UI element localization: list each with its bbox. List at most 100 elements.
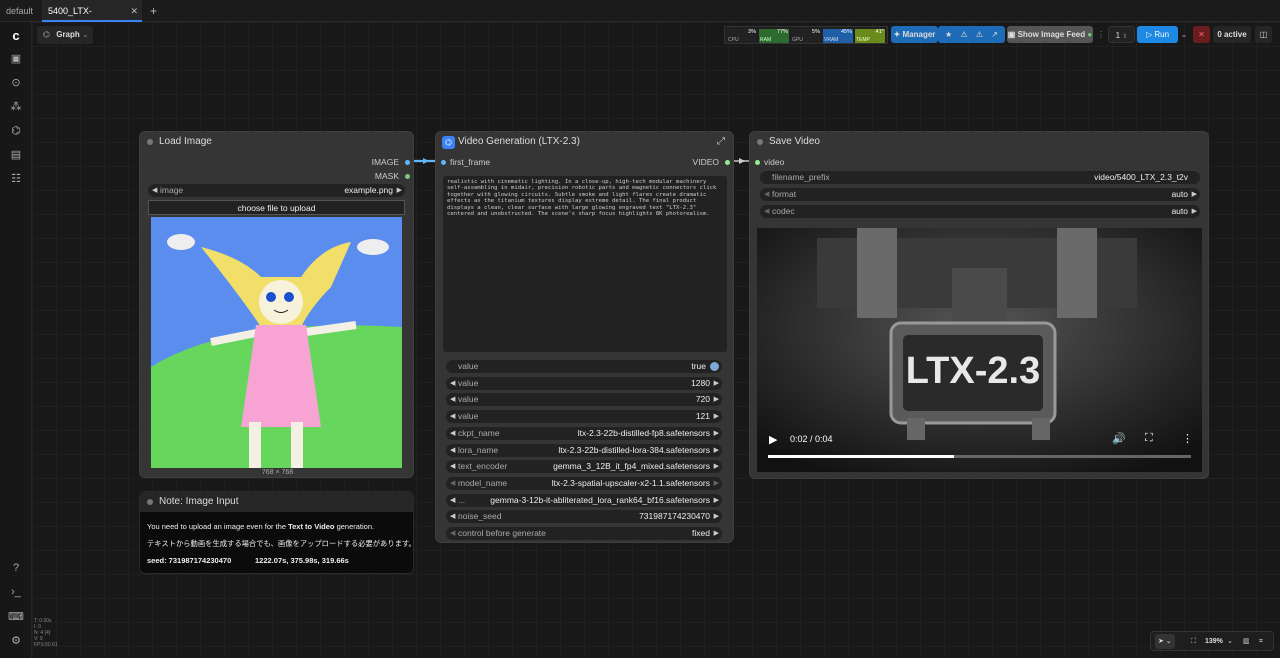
arrow-right-icon[interactable]: ▶	[714, 444, 719, 457]
arrow-left-icon[interactable]: ◀	[450, 477, 455, 490]
arrow-right-icon[interactable]: ▶	[714, 427, 719, 440]
arrow-right-icon[interactable]: ▶	[714, 410, 719, 423]
widget-value-1[interactable]: ◀ value 1280 ▶	[446, 376, 722, 390]
arrow-right-icon[interactable]: ▶	[1192, 188, 1197, 201]
toggle-panel-icon[interactable]: ◫	[1255, 26, 1272, 43]
settings-gear-icon[interactable]: ⚙	[0, 634, 32, 647]
arrow-left-icon[interactable]: ◀	[152, 184, 157, 197]
widget-ckpt-name[interactable]: ◀ ckpt_name ltx-2.3-22b-distilled-fp8.safe…	[446, 426, 722, 440]
widget-value-2[interactable]: ◀ value 720 ▶	[446, 393, 722, 407]
input-first-frame-slot[interactable]	[441, 160, 446, 165]
zoom-level[interactable]: 139%	[1205, 634, 1223, 649]
help-icon[interactable]: ?	[0, 562, 32, 574]
arrow-right-icon[interactable]: ▶	[714, 460, 719, 473]
volume-icon[interactable]: 🔊	[1112, 432, 1126, 445]
run-options-chevron-icon[interactable]: ⌄	[1179, 26, 1189, 43]
play-button-icon[interactable]: ▶	[769, 433, 777, 446]
models-icon[interactable]: ⊙	[0, 76, 32, 89]
arrow-right-icon[interactable]: ▶	[714, 510, 719, 523]
output-video-slot[interactable]	[725, 160, 730, 165]
arrow-right-icon[interactable]: ▶	[397, 184, 402, 197]
output-mask-slot[interactable]	[405, 174, 410, 179]
arrow-left-icon[interactable]: ◀	[450, 393, 455, 406]
workflows-icon[interactable]: ⌬	[0, 124, 32, 137]
active-queue-button[interactable]: 0 active	[1213, 26, 1251, 43]
close-icon[interactable]: ✕	[130, 0, 138, 22]
tab-default[interactable]: default	[0, 0, 40, 22]
video-player[interactable]: LTX-2.3 ▶ 0:02 / 0:04 🔊 ⛶ ⋮	[757, 228, 1202, 472]
widget-model-name[interactable]: ◀ model_name ltx-2.3-spatial-upscaler-x2-1…	[446, 476, 722, 490]
arrow-right-icon[interactable]: ▶	[714, 393, 719, 406]
graph-mode-button[interactable]: ⌬ Graph ⌄	[37, 26, 93, 44]
widget-value-0[interactable]: value true	[446, 360, 722, 373]
arrow-right-icon[interactable]: ▶	[714, 477, 719, 490]
arrow-left-icon[interactable]: ◀	[450, 527, 455, 540]
gpu-meter: GPU 5%	[791, 29, 821, 43]
image-feed-button[interactable]: ▣ Show Image Feed ●	[1007, 26, 1093, 43]
filename-prefix-input[interactable]: filename_prefix video/5400_LTX_2.3_t2v	[760, 171, 1200, 184]
run-button[interactable]: ▷ Run	[1137, 26, 1178, 43]
arrow-left-icon[interactable]: ◀	[450, 410, 455, 423]
nodes-library-icon[interactable]: ⁂	[0, 100, 32, 113]
widget-lora-name[interactable]: ◀ lora_name ltx-2.3-22b-distilled-lora-384…	[446, 443, 722, 457]
widget-noise-seed[interactable]: ◀ noise_seed 731987174230470 ▶	[446, 510, 722, 524]
toggle-knob-icon[interactable]	[710, 362, 719, 371]
keyboard-icon[interactable]: ⌨	[0, 610, 32, 623]
arrow-left-icon[interactable]: ◀	[450, 460, 455, 473]
video-progress-track[interactable]	[768, 455, 1191, 458]
node-title[interactable]: Video Generation (LTX-2.3)	[436, 132, 733, 152]
arrow-right-icon[interactable]: ▶	[714, 377, 719, 390]
warning-alt-icon[interactable]: ⚠	[976, 30, 983, 39]
share-icon[interactable]: ↗	[991, 30, 998, 39]
node-title[interactable]: Save Video	[750, 132, 1208, 152]
widget-value-3[interactable]: ◀ value 121 ▶	[446, 410, 722, 424]
queue-icon[interactable]: ▤	[0, 148, 32, 161]
select-tool-icon[interactable]: ➤ ⌄	[1155, 634, 1175, 649]
codec-select[interactable]: ◀ codec auto ▶	[760, 205, 1200, 218]
upload-button[interactable]: choose file to upload	[148, 200, 405, 215]
comfy-logo-icon[interactable]: c	[0, 28, 32, 43]
drag-handle-icon[interactable]: ⋮⋮	[1097, 26, 1113, 43]
widget-control-before-generate[interactable]: ◀ control before generate fixed ▶	[446, 527, 722, 540]
widget-text-encoder[interactable]: ◀ text_encoder gemma_3_12B_it_fp4_mixed.sa…	[446, 460, 722, 474]
templates-icon[interactable]: ☷	[0, 172, 32, 185]
tab-workflow[interactable]: 5400_LTX-2.3_t2v_d... ✕	[42, 0, 142, 38]
warning-icon[interactable]: ⚠	[960, 30, 967, 39]
star-icon[interactable]: ★	[945, 30, 952, 39]
images-icon[interactable]: ▣	[0, 52, 32, 65]
expand-icon[interactable]: ⤢	[717, 136, 725, 147]
cancel-run-button[interactable]: ✕	[1193, 26, 1210, 43]
note-title[interactable]: Note: Image Input	[140, 492, 413, 512]
arrow-left-icon[interactable]: ◀	[450, 377, 455, 390]
arrow-left-icon[interactable]: ◀	[450, 427, 455, 440]
arrow-right-icon[interactable]: ▶	[1192, 205, 1197, 218]
minimap-icon[interactable]: ▥	[1243, 634, 1250, 649]
input-video-slot[interactable]	[755, 160, 760, 165]
new-tab-plus-icon[interactable]: +	[144, 0, 160, 22]
prompt-textarea[interactable]: realistic with cinematic lighting. In a …	[443, 176, 727, 352]
link-visibility-icon[interactable]: ⌗	[1259, 634, 1263, 649]
arrow-right-icon[interactable]: ▶	[714, 527, 719, 540]
arrow-left-icon[interactable]: ◀	[450, 494, 455, 507]
zoom-chevron-down-icon[interactable]: ⌄	[1227, 634, 1233, 649]
load-image-node[interactable]: Load Image IMAGE MASK ◀ image example.pn…	[139, 131, 414, 478]
manager-button[interactable]: ✦ Manager	[891, 26, 938, 43]
arrow-left-icon[interactable]: ◀	[764, 205, 769, 218]
arrow-left-icon[interactable]: ◀	[450, 444, 455, 457]
arrow-left-icon[interactable]: ◀	[764, 188, 769, 201]
more-options-icon[interactable]: ⋮	[1182, 432, 1193, 445]
temp-meter: TEMP 41°	[855, 29, 885, 43]
fullscreen-icon[interactable]: ⛶	[1145, 432, 1153, 445]
queue-count-input[interactable]: 1 ⇕	[1108, 26, 1135, 43]
output-image-slot[interactable]	[405, 160, 410, 165]
terminal-icon[interactable]: ›_	[0, 586, 32, 598]
stepper-icon[interactable]: ⇕	[1122, 34, 1127, 40]
arrow-right-icon[interactable]: ▶	[714, 494, 719, 507]
note-node[interactable]: Note: Image Input You need to upload an …	[139, 491, 416, 574]
arrow-left-icon[interactable]: ◀	[450, 510, 455, 523]
format-select[interactable]: ◀ format auto ▶	[760, 188, 1200, 201]
image-select[interactable]: ◀ image example.png ▶	[148, 184, 405, 197]
fit-view-icon[interactable]: ⛶	[1191, 634, 1196, 649]
node-title[interactable]: Load Image	[140, 132, 413, 152]
widget-[interactable]: ◀... gemma-3-12b-it-abliterated_lora_rank…	[446, 493, 722, 507]
